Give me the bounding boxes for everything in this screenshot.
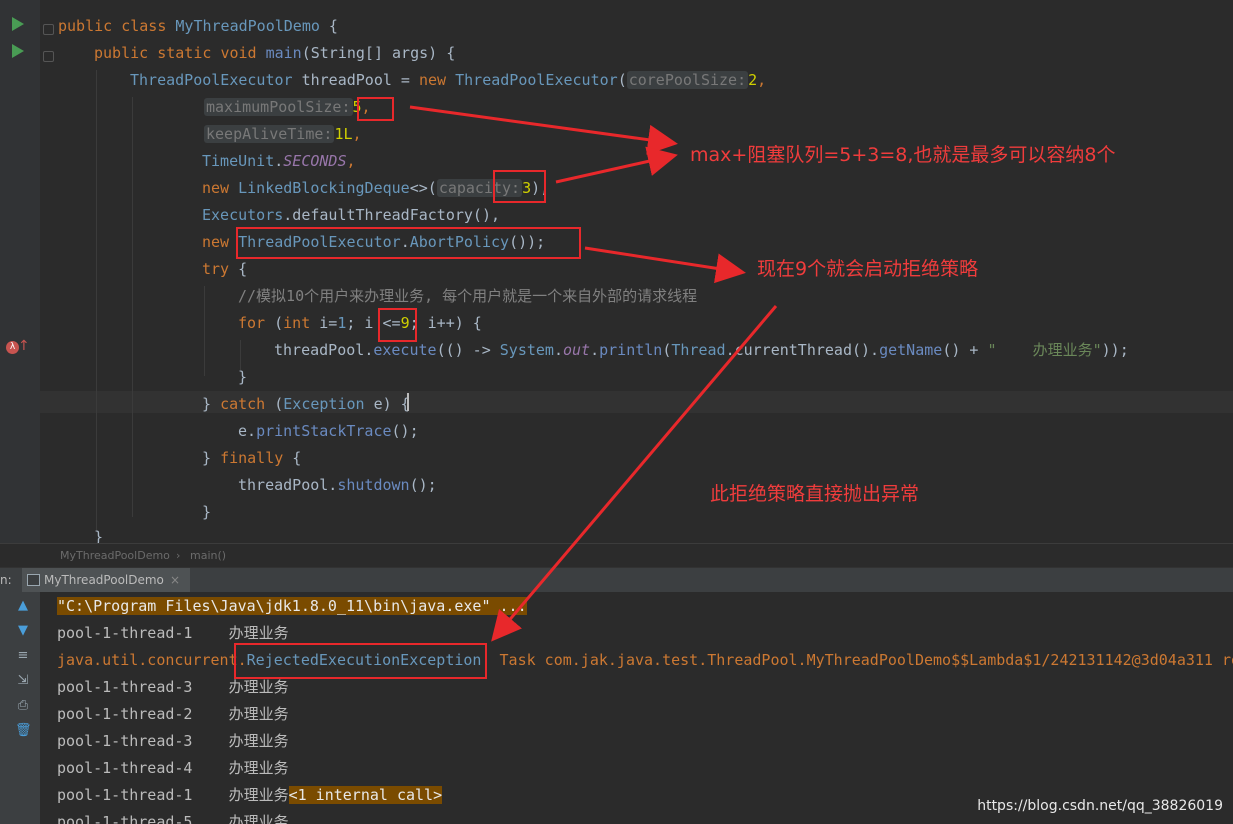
watermark: https://blog.csdn.net/qq_38826019 — [977, 798, 1223, 814]
arrow-capacity — [555, 146, 678, 184]
arrow-exception — [491, 305, 778, 642]
arrow-max-pool — [409, 105, 678, 155]
arrow-reject — [584, 246, 746, 284]
annotation-arrows — [409, 105, 778, 642]
